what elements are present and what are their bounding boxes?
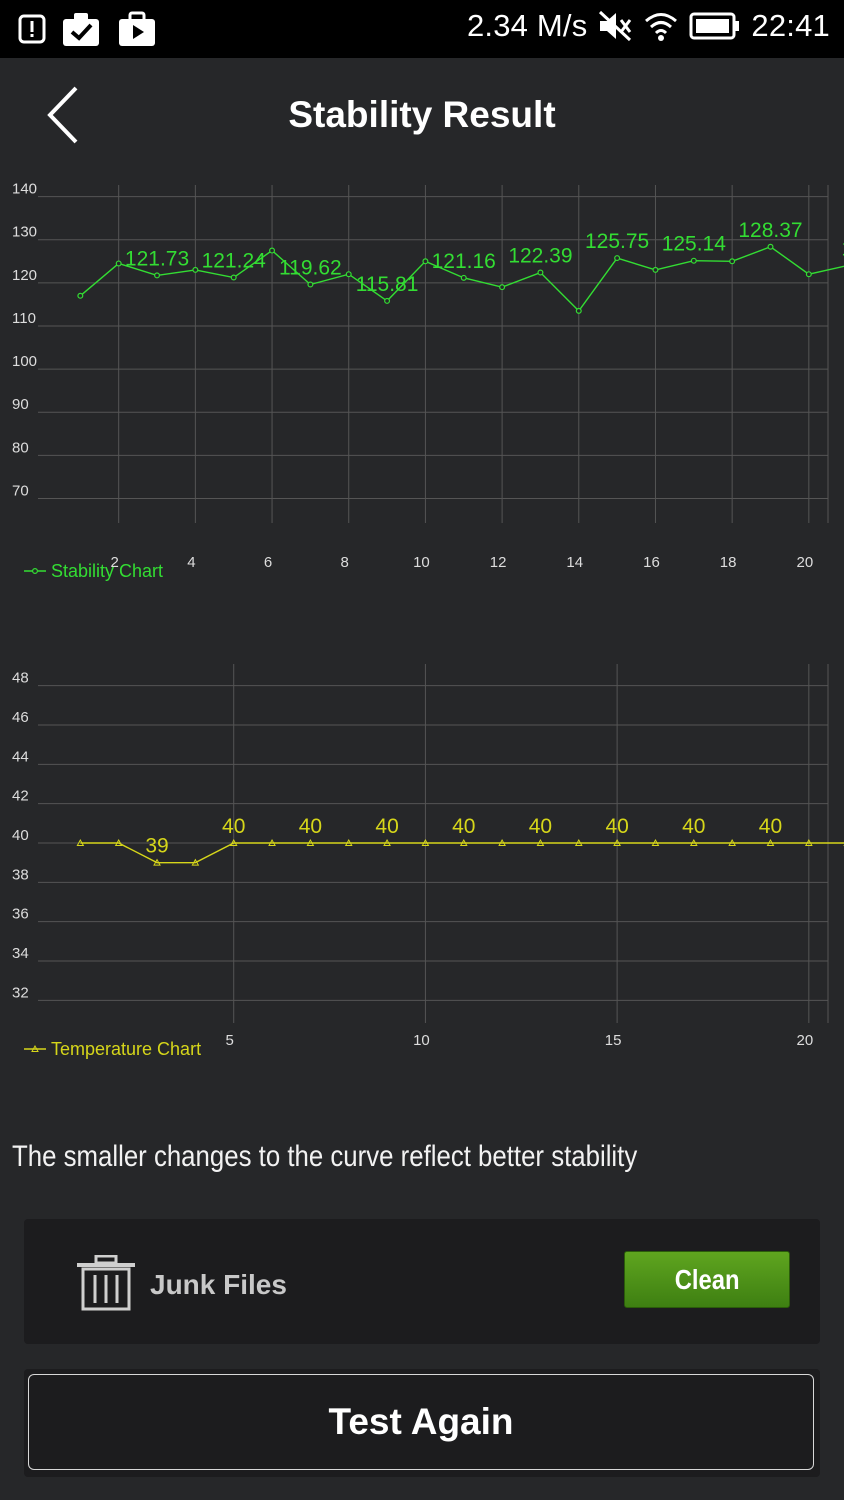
x-tick-label: 8 xyxy=(341,554,349,571)
x-tick-label: 20 xyxy=(796,1032,813,1049)
data-label: 40 xyxy=(452,815,475,838)
legend-marker xyxy=(31,568,38,575)
data-label: 40 xyxy=(682,815,705,838)
y-tick-label: 110 xyxy=(12,310,36,327)
data-label: 40 xyxy=(375,815,398,838)
data-point xyxy=(192,266,199,273)
x-tick-label: 4 xyxy=(187,554,195,571)
clean-button[interactable]: Clean xyxy=(624,1251,790,1308)
data-point xyxy=(230,274,237,281)
test-again-button[interactable]: Test Again xyxy=(28,1374,814,1470)
data-point xyxy=(154,272,161,279)
video-bag-icon xyxy=(119,11,155,46)
data-label: 40 xyxy=(605,815,628,838)
app-bar: Stability Result xyxy=(0,58,844,173)
data-point xyxy=(575,307,582,314)
data-label: 40 xyxy=(222,815,245,838)
data-point xyxy=(537,269,544,276)
data-point xyxy=(307,281,314,288)
data-label: 121.73 xyxy=(125,247,189,270)
data-point xyxy=(614,255,621,262)
stability-chart: 7080901001101201301402 4 6 8 10 12 14 16 18 20121… xyxy=(12,181,844,581)
wifi-icon xyxy=(645,13,678,41)
x-tick-label: 15 xyxy=(605,1032,622,1049)
temperature-chart: 32 34 36 38 40 42 44 46 48 5 10 15 20 39 40 40 40 40 40 40 4… xyxy=(12,664,844,1059)
data-point xyxy=(460,274,467,281)
x-tick-label: 10 xyxy=(413,554,430,571)
data-label: 121.24 xyxy=(202,250,267,273)
mute-icon xyxy=(599,10,632,42)
y-tick-label: 40 xyxy=(12,827,29,844)
y-tick-label: 48 xyxy=(12,670,29,687)
battery-icon xyxy=(689,12,740,40)
data-label: 119.62 xyxy=(279,256,342,279)
data-point xyxy=(269,247,276,254)
data-label: 115.81 xyxy=(356,273,419,296)
data-point xyxy=(499,284,506,291)
y-tick-label: 44 xyxy=(12,748,29,765)
network-speed: 2.34 M/s xyxy=(466,8,588,43)
y-tick-label: 46 xyxy=(12,709,29,726)
data-point xyxy=(652,266,659,273)
y-tick-label: 36 xyxy=(12,906,29,923)
data-point xyxy=(77,292,84,299)
data-point xyxy=(384,297,391,304)
data-label: 122.39 xyxy=(508,245,572,268)
junk-files-label: Junk Files xyxy=(150,1269,287,1300)
data-label: 40 xyxy=(529,815,552,838)
y-tick-label: 80 xyxy=(12,439,29,456)
trash-icon xyxy=(77,1255,135,1311)
x-tick-label: 5 xyxy=(226,1032,234,1049)
data-label: 40 xyxy=(299,815,322,838)
clock: 22:41 xyxy=(751,8,830,43)
legend-label: Stability Chart xyxy=(51,561,163,581)
page-title: Stability Result xyxy=(288,94,556,135)
data-label: 39 xyxy=(145,835,168,858)
clipboard-check-icon xyxy=(63,13,99,46)
data-point xyxy=(422,258,429,265)
x-tick-label: 14 xyxy=(566,554,583,571)
x-tick-label: 10 xyxy=(413,1032,430,1049)
data-point xyxy=(805,271,812,278)
legend-label: Temperature Chart xyxy=(51,1039,201,1059)
data-point xyxy=(729,258,736,265)
data-label: 40 xyxy=(759,815,782,838)
data-label: 125.14 xyxy=(662,233,727,256)
x-tick-label: 6 xyxy=(264,554,272,571)
y-tick-label: 120 xyxy=(12,267,37,284)
clean-button-label: Clean xyxy=(674,1263,740,1295)
data-label: 125.75 xyxy=(585,230,649,253)
data-point xyxy=(767,243,774,250)
data-label: 121.16 xyxy=(432,250,496,273)
junk-files-card: Junk Files Clean xyxy=(24,1219,820,1344)
y-tick-label: 42 xyxy=(12,788,29,805)
y-tick-label: 140 xyxy=(12,181,37,198)
y-tick-label: 90 xyxy=(12,396,29,413)
y-tick-label: 34 xyxy=(12,945,29,962)
y-tick-label: 70 xyxy=(12,482,29,499)
x-tick-label: 16 xyxy=(643,554,660,571)
y-tick-label: 130 xyxy=(12,224,37,241)
y-tick-label: 32 xyxy=(12,984,29,1001)
data-label: 128.37 xyxy=(738,219,802,242)
y-tick-label: 38 xyxy=(12,866,29,883)
x-tick-label: 20 xyxy=(796,554,813,571)
y-tick-label: 100 xyxy=(12,353,37,370)
data-point xyxy=(690,257,697,264)
stability-note: The smaller changes to the curve reflect… xyxy=(12,1140,638,1173)
x-tick-label: 12 xyxy=(490,554,507,571)
alert-icon xyxy=(18,14,46,44)
x-tick-label: 18 xyxy=(720,554,737,571)
test-again-panel: Test Again xyxy=(24,1369,820,1477)
data-point xyxy=(345,271,352,278)
status-bar: 2.34 M/s 22:41 xyxy=(0,0,844,58)
data-point xyxy=(115,260,122,267)
